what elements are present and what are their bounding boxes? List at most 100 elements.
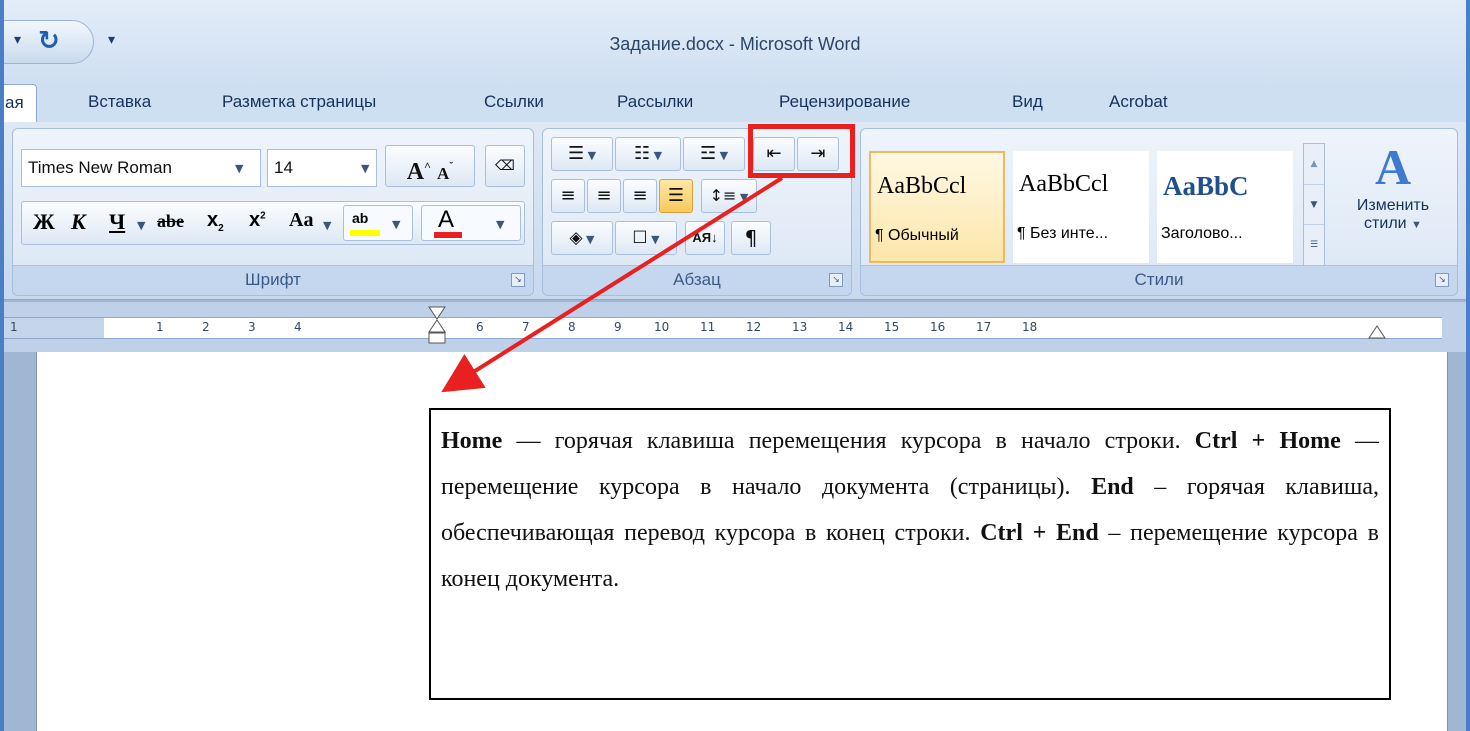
borders-button[interactable]: ☐ ▼ bbox=[615, 221, 677, 255]
numbering-button[interactable]: ☷ ▼ bbox=[615, 137, 681, 171]
change-styles-label-2: стили ▼ bbox=[1343, 215, 1443, 233]
gallery-down-icon[interactable]: ▼ bbox=[1304, 184, 1324, 224]
indent-marker-icon[interactable] bbox=[428, 306, 446, 346]
bullets-dropdown-icon[interactable]: ▼ bbox=[584, 149, 596, 162]
tab-review[interactable]: Рецензирование bbox=[779, 92, 910, 112]
sort-button[interactable]: АЯ↓ bbox=[685, 221, 725, 255]
multilevel-list-button[interactable]: ☲ ▼ bbox=[683, 137, 745, 171]
align-center-icon: ≡ bbox=[596, 185, 612, 206]
underline-button[interactable]: Ч bbox=[109, 209, 125, 235]
hotkey-text: Ctrl + End bbox=[980, 520, 1099, 546]
change-case-dropdown-icon[interactable]: ▼ bbox=[323, 219, 331, 232]
font-group: Times New Roman ▼ 14 ▼ A^ Aˇ ⌫ Ж К Ч ▼ a… bbox=[12, 128, 534, 296]
shading-dropdown-icon[interactable]: ▼ bbox=[583, 233, 594, 246]
tab-acrobat[interactable]: Acrobat bbox=[1109, 92, 1168, 112]
shrink-font-icon[interactable]: A bbox=[437, 164, 449, 183]
gallery-more-icon[interactable]: ☰ bbox=[1304, 224, 1324, 264]
tab-home[interactable]: ая bbox=[4, 84, 37, 122]
window-title: Задание.docx - Microsoft Word bbox=[609, 34, 861, 54]
ruler-label: 7 bbox=[522, 320, 530, 334]
word-window: ▾ ↻ ▾ Задание.docx - Microsoft Word ая В… bbox=[0, 0, 1470, 731]
font-color-button[interactable]: A ▼ bbox=[421, 205, 521, 241]
align-left-button[interactable]: ≡ bbox=[551, 179, 585, 213]
bullets-button[interactable]: ☰ ▼ bbox=[551, 137, 613, 171]
align-left-icon: ≡ bbox=[560, 185, 576, 206]
font-size-dropdown-icon[interactable]: ▼ bbox=[361, 162, 369, 175]
style-name: ¶ Обычный bbox=[875, 227, 959, 244]
underline-dropdown-icon[interactable]: ▼ bbox=[137, 219, 145, 232]
right-indent-marker-icon[interactable] bbox=[1368, 324, 1386, 339]
font-group-label: Шрифт bbox=[13, 265, 533, 293]
align-center-button[interactable]: ≡ bbox=[587, 179, 621, 213]
line-spacing-icon: ↕≡ bbox=[709, 186, 737, 205]
justify-icon: ☰ bbox=[667, 185, 685, 206]
styles-dialog-launcher-icon[interactable]: ↘ bbox=[1435, 273, 1449, 287]
change-styles-button[interactable]: A Изменить стили ▼ bbox=[1343, 137, 1443, 265]
ruler-label: 2 bbox=[202, 320, 210, 334]
pilcrow-icon: ¶ bbox=[744, 226, 758, 250]
ruler-label: 6 bbox=[476, 320, 484, 334]
numbering-dropdown-icon[interactable]: ▼ bbox=[650, 149, 662, 162]
style-tile-no-spacing[interactable]: AaBbCcl ¶ Без инте... bbox=[1013, 151, 1149, 263]
document-area: Home — горячая клавиша перемещения курсо… bbox=[4, 352, 1466, 731]
tab-page-layout[interactable]: Разметка страницы bbox=[222, 92, 376, 112]
tab-insert[interactable]: Вставка bbox=[88, 92, 151, 112]
highlight-button[interactable]: ab ▼ bbox=[343, 205, 413, 241]
ruler-label: 18 bbox=[1022, 320, 1038, 334]
align-right-icon: ≡ bbox=[632, 185, 648, 206]
tab-mailings[interactable]: Рассылки bbox=[617, 92, 693, 112]
justify-button[interactable]: ☰ bbox=[659, 179, 693, 213]
tab-references[interactable]: Ссылки bbox=[484, 92, 544, 112]
document-page[interactable]: Home — горячая клавиша перемещения курсо… bbox=[36, 352, 1448, 731]
document-text[interactable]: Home — горячая клавиша перемещения курсо… bbox=[429, 408, 1391, 700]
align-right-button[interactable]: ≡ bbox=[623, 179, 657, 213]
gallery-up-icon[interactable]: ▲ bbox=[1304, 144, 1324, 184]
gallery-scroll: ▲ ▼ ☰ bbox=[1303, 143, 1325, 267]
paint-bucket-icon: ◈ bbox=[569, 228, 583, 248]
subscript-button[interactable]: x2 bbox=[207, 209, 224, 234]
shading-button[interactable]: ◈ ▼ bbox=[551, 221, 613, 255]
line-spacing-button[interactable]: ↕≡ ▼ bbox=[701, 179, 757, 213]
grow-font-icon[interactable]: A bbox=[407, 159, 424, 185]
style-name: ¶ Без инте... bbox=[1017, 225, 1109, 242]
font-color-dropdown-icon[interactable]: ▼ bbox=[496, 218, 504, 231]
ruler-label: 13 bbox=[792, 320, 808, 334]
change-styles-dropdown-icon: ▼ bbox=[1411, 219, 1422, 231]
multilevel-dropdown-icon[interactable]: ▼ bbox=[716, 149, 728, 162]
italic-button[interactable]: К bbox=[71, 209, 86, 235]
font-dialog-launcher-icon[interactable]: ↘ bbox=[511, 273, 525, 287]
change-case-button[interactable]: Aa bbox=[289, 209, 313, 232]
ruler-label: 17 bbox=[976, 320, 992, 334]
ruler-label: 1 bbox=[156, 320, 164, 334]
style-sample: AaBbCcl bbox=[1019, 171, 1109, 197]
ruler-margin bbox=[4, 318, 104, 338]
title-bar: ▾ ↻ ▾ Задание.docx - Microsoft Word bbox=[4, 0, 1466, 84]
clear-formatting-button[interactable]: ⌫ bbox=[485, 145, 525, 187]
tab-view[interactable]: Вид bbox=[1012, 92, 1043, 112]
style-tile-heading[interactable]: AaBbC Заголово... bbox=[1157, 151, 1293, 263]
font-color-icon: A bbox=[438, 206, 455, 233]
line-spacing-dropdown-icon[interactable]: ▼ bbox=[736, 191, 748, 204]
styles-group-label: Стили bbox=[861, 265, 1457, 293]
font-name-combo[interactable]: Times New Roman bbox=[21, 149, 261, 187]
show-marks-button[interactable]: ¶ bbox=[731, 221, 771, 255]
borders-dropdown-icon[interactable]: ▼ bbox=[648, 233, 659, 246]
bullets-icon: ☰ bbox=[567, 143, 585, 164]
grow-shrink-font-buttons[interactable]: A^ Aˇ bbox=[385, 145, 475, 187]
hotkey-text: End bbox=[1091, 474, 1134, 500]
style-name: Заголово... bbox=[1161, 225, 1243, 242]
superscript-label: x bbox=[249, 209, 261, 231]
strikethrough-button[interactable]: abe bbox=[157, 211, 184, 232]
ruler-label: 14 bbox=[838, 320, 854, 334]
ruler-label: 16 bbox=[930, 320, 946, 334]
highlight-color-swatch bbox=[350, 230, 380, 236]
font-name-dropdown-icon[interactable]: ▼ bbox=[235, 162, 243, 175]
change-styles-label-1: Изменить bbox=[1356, 197, 1430, 214]
styles-group: AaBbCcl ¶ Обычный AaBbCcl ¶ Без инте... … bbox=[860, 128, 1458, 296]
paragraph-dialog-launcher-icon[interactable]: ↘ bbox=[829, 273, 843, 287]
bold-button[interactable]: Ж bbox=[33, 209, 55, 235]
highlight-dropdown-icon[interactable]: ▼ bbox=[392, 218, 400, 231]
hotkey-text: Home bbox=[441, 428, 503, 454]
style-tile-normal[interactable]: AaBbCcl ¶ Обычный bbox=[869, 151, 1005, 263]
superscript-button[interactable]: x2 bbox=[249, 209, 266, 232]
